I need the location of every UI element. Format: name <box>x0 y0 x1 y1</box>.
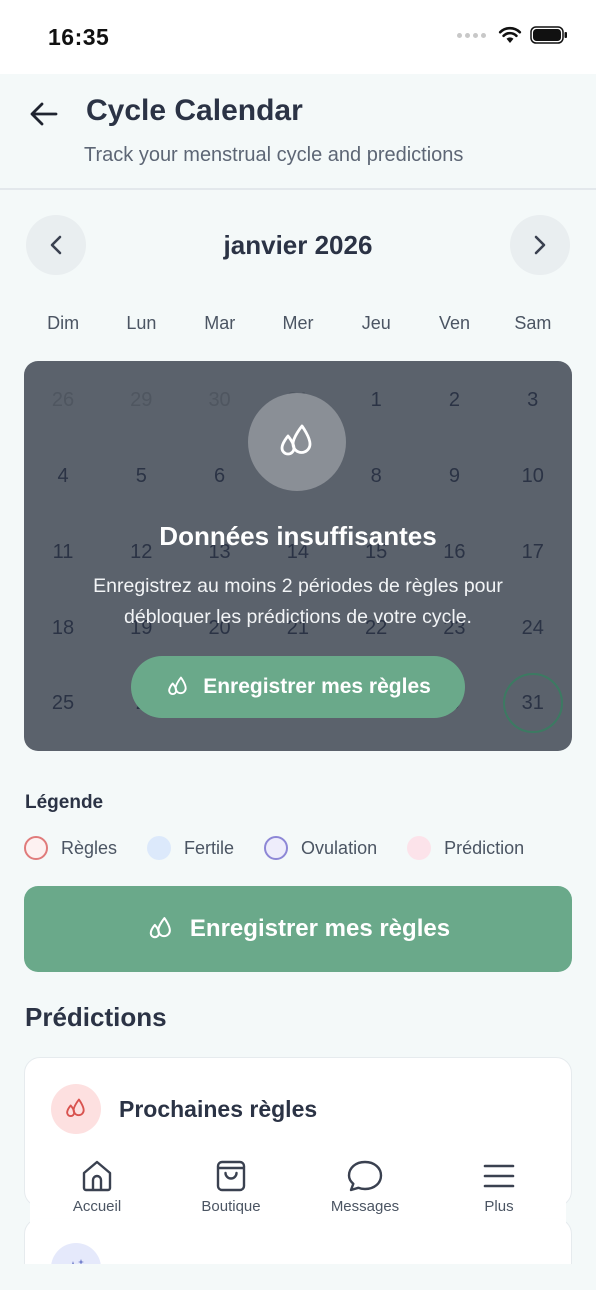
calendar-day-cell[interactable]: 8 <box>337 448 415 504</box>
calendar-day-cell[interactable]: 30 <box>181 372 259 428</box>
legend-dot-regles <box>24 836 48 860</box>
tab-plus[interactable]: Plus <box>432 1150 566 1234</box>
overlay-icon-circle <box>248 393 346 491</box>
page-subtitle: Track your menstrual cycle and predictio… <box>84 144 464 166</box>
weekday-label: Jeu <box>361 313 391 333</box>
next-month-button[interactable] <box>510 215 570 275</box>
legend-label: Ovulation <box>301 837 378 858</box>
legend-item-fertile: Fertile <box>147 836 234 860</box>
calendar-day-cell[interactable]: 25 <box>24 675 102 731</box>
back-button[interactable] <box>26 96 62 132</box>
drops-icon <box>168 676 187 696</box>
legend-label: Fertile <box>184 837 235 858</box>
page-title: Cycle Calendar <box>86 94 303 127</box>
calendar-day-cell[interactable]: 4 <box>24 448 102 504</box>
weekday-label: Sam <box>514 313 552 333</box>
tab-accueil[interactable]: Accueil <box>30 1150 164 1234</box>
weekday-label: Ven <box>439 313 471 333</box>
log-period-button-label: Enregistrer mes règles <box>189 915 451 942</box>
weekday-label: Lun <box>126 313 157 333</box>
calendar-day-cell[interactable]: 2 <box>415 372 493 428</box>
insufficient-data-title: Données insuffisantes <box>159 521 437 551</box>
legend-label: Règles <box>61 837 118 858</box>
today-indicator: 31 <box>502 673 563 733</box>
tab-label: Messages <box>330 1198 400 1215</box>
calendar-day-cell[interactable]: 29 <box>102 372 180 428</box>
weekday-label: Dim <box>47 313 80 333</box>
wifi-icon <box>498 26 522 43</box>
month-label: janvier 2026 <box>223 230 373 260</box>
overlay-log-period-button[interactable]: Enregistrer mes règles <box>131 656 465 718</box>
weekday-label: Mer <box>282 313 314 333</box>
predictions-title: Prédictions <box>25 1002 167 1032</box>
chevron-right-icon <box>534 235 546 255</box>
arrow-left-icon <box>30 102 58 126</box>
status-time: 16:35 <box>48 24 110 50</box>
drops-icon <box>149 917 171 939</box>
calendar-day-cell[interactable]: 1 <box>337 372 415 428</box>
calendar-day-cell[interactable]: 31 <box>494 673 572 733</box>
overlay-button-label: Enregistrer mes règles <box>203 675 431 698</box>
tab-boutique[interactable]: Boutique <box>164 1150 298 1234</box>
calendar-card: 2629303112345678910111213141516171819202… <box>24 361 572 751</box>
legend-item-regles: Règles <box>24 836 117 860</box>
status-icons <box>457 26 568 44</box>
log-period-button[interactable]: Enregistrer mes règles <box>24 886 572 972</box>
legend-dot-ovulation <box>264 836 289 860</box>
tab-label: Boutique <box>201 1198 261 1215</box>
legend-row: Règles Fertile Ovulation Prédiction <box>24 836 554 860</box>
calendar-day-cell[interactable]: 3 <box>494 372 572 428</box>
legend-label: Prédiction <box>444 837 525 858</box>
insufficient-data-description: Enregistrez au moins 2 périodes de règle… <box>93 575 503 628</box>
cellular-signal-icon <box>457 32 486 38</box>
tab-label: Plus <box>484 1198 514 1215</box>
status-bar: 16:35 <box>0 0 596 74</box>
menu-icon <box>483 1164 515 1188</box>
legend-dot-fertile <box>147 836 172 860</box>
prediction-card-label: Prochaines règles <box>119 1096 318 1122</box>
drops-icon <box>280 424 312 456</box>
drop-icon <box>51 1084 101 1134</box>
legend-item-ovulation: Ovulation <box>264 836 377 860</box>
tab-messages[interactable]: Messages <box>298 1150 432 1234</box>
month-navigation: janvier 2026 <box>0 212 596 278</box>
calendar-day-cell[interactable]: 9 <box>415 448 493 504</box>
shopping-bag-icon <box>216 1160 246 1192</box>
calendar-day-cell[interactable]: 5 <box>102 448 180 504</box>
weekday-label: Mar <box>204 313 236 333</box>
bottom-tab-bar: Accueil Boutique Messages Plus <box>30 1150 566 1234</box>
home-icon <box>82 1160 112 1192</box>
page-header: Cycle Calendar Track your menstrual cycl… <box>0 74 596 190</box>
chat-bubble-icon <box>347 1160 383 1192</box>
legend-dot-prediction <box>407 836 432 860</box>
bottom-safe-area <box>0 1264 596 1290</box>
legend-title: Légende <box>25 792 104 813</box>
weekday-header-row: Dim Lun Mar Mer Jeu Ven Sam <box>24 313 572 334</box>
calendar-day-cell[interactable]: 26 <box>24 372 102 428</box>
calendar-day-cell[interactable]: 10 <box>494 448 572 504</box>
calendar-day-cell[interactable]: 6 <box>181 448 259 504</box>
battery-icon <box>530 26 567 44</box>
legend-item-prediction: Prédiction <box>407 836 524 860</box>
tab-label: Accueil <box>72 1198 122 1215</box>
